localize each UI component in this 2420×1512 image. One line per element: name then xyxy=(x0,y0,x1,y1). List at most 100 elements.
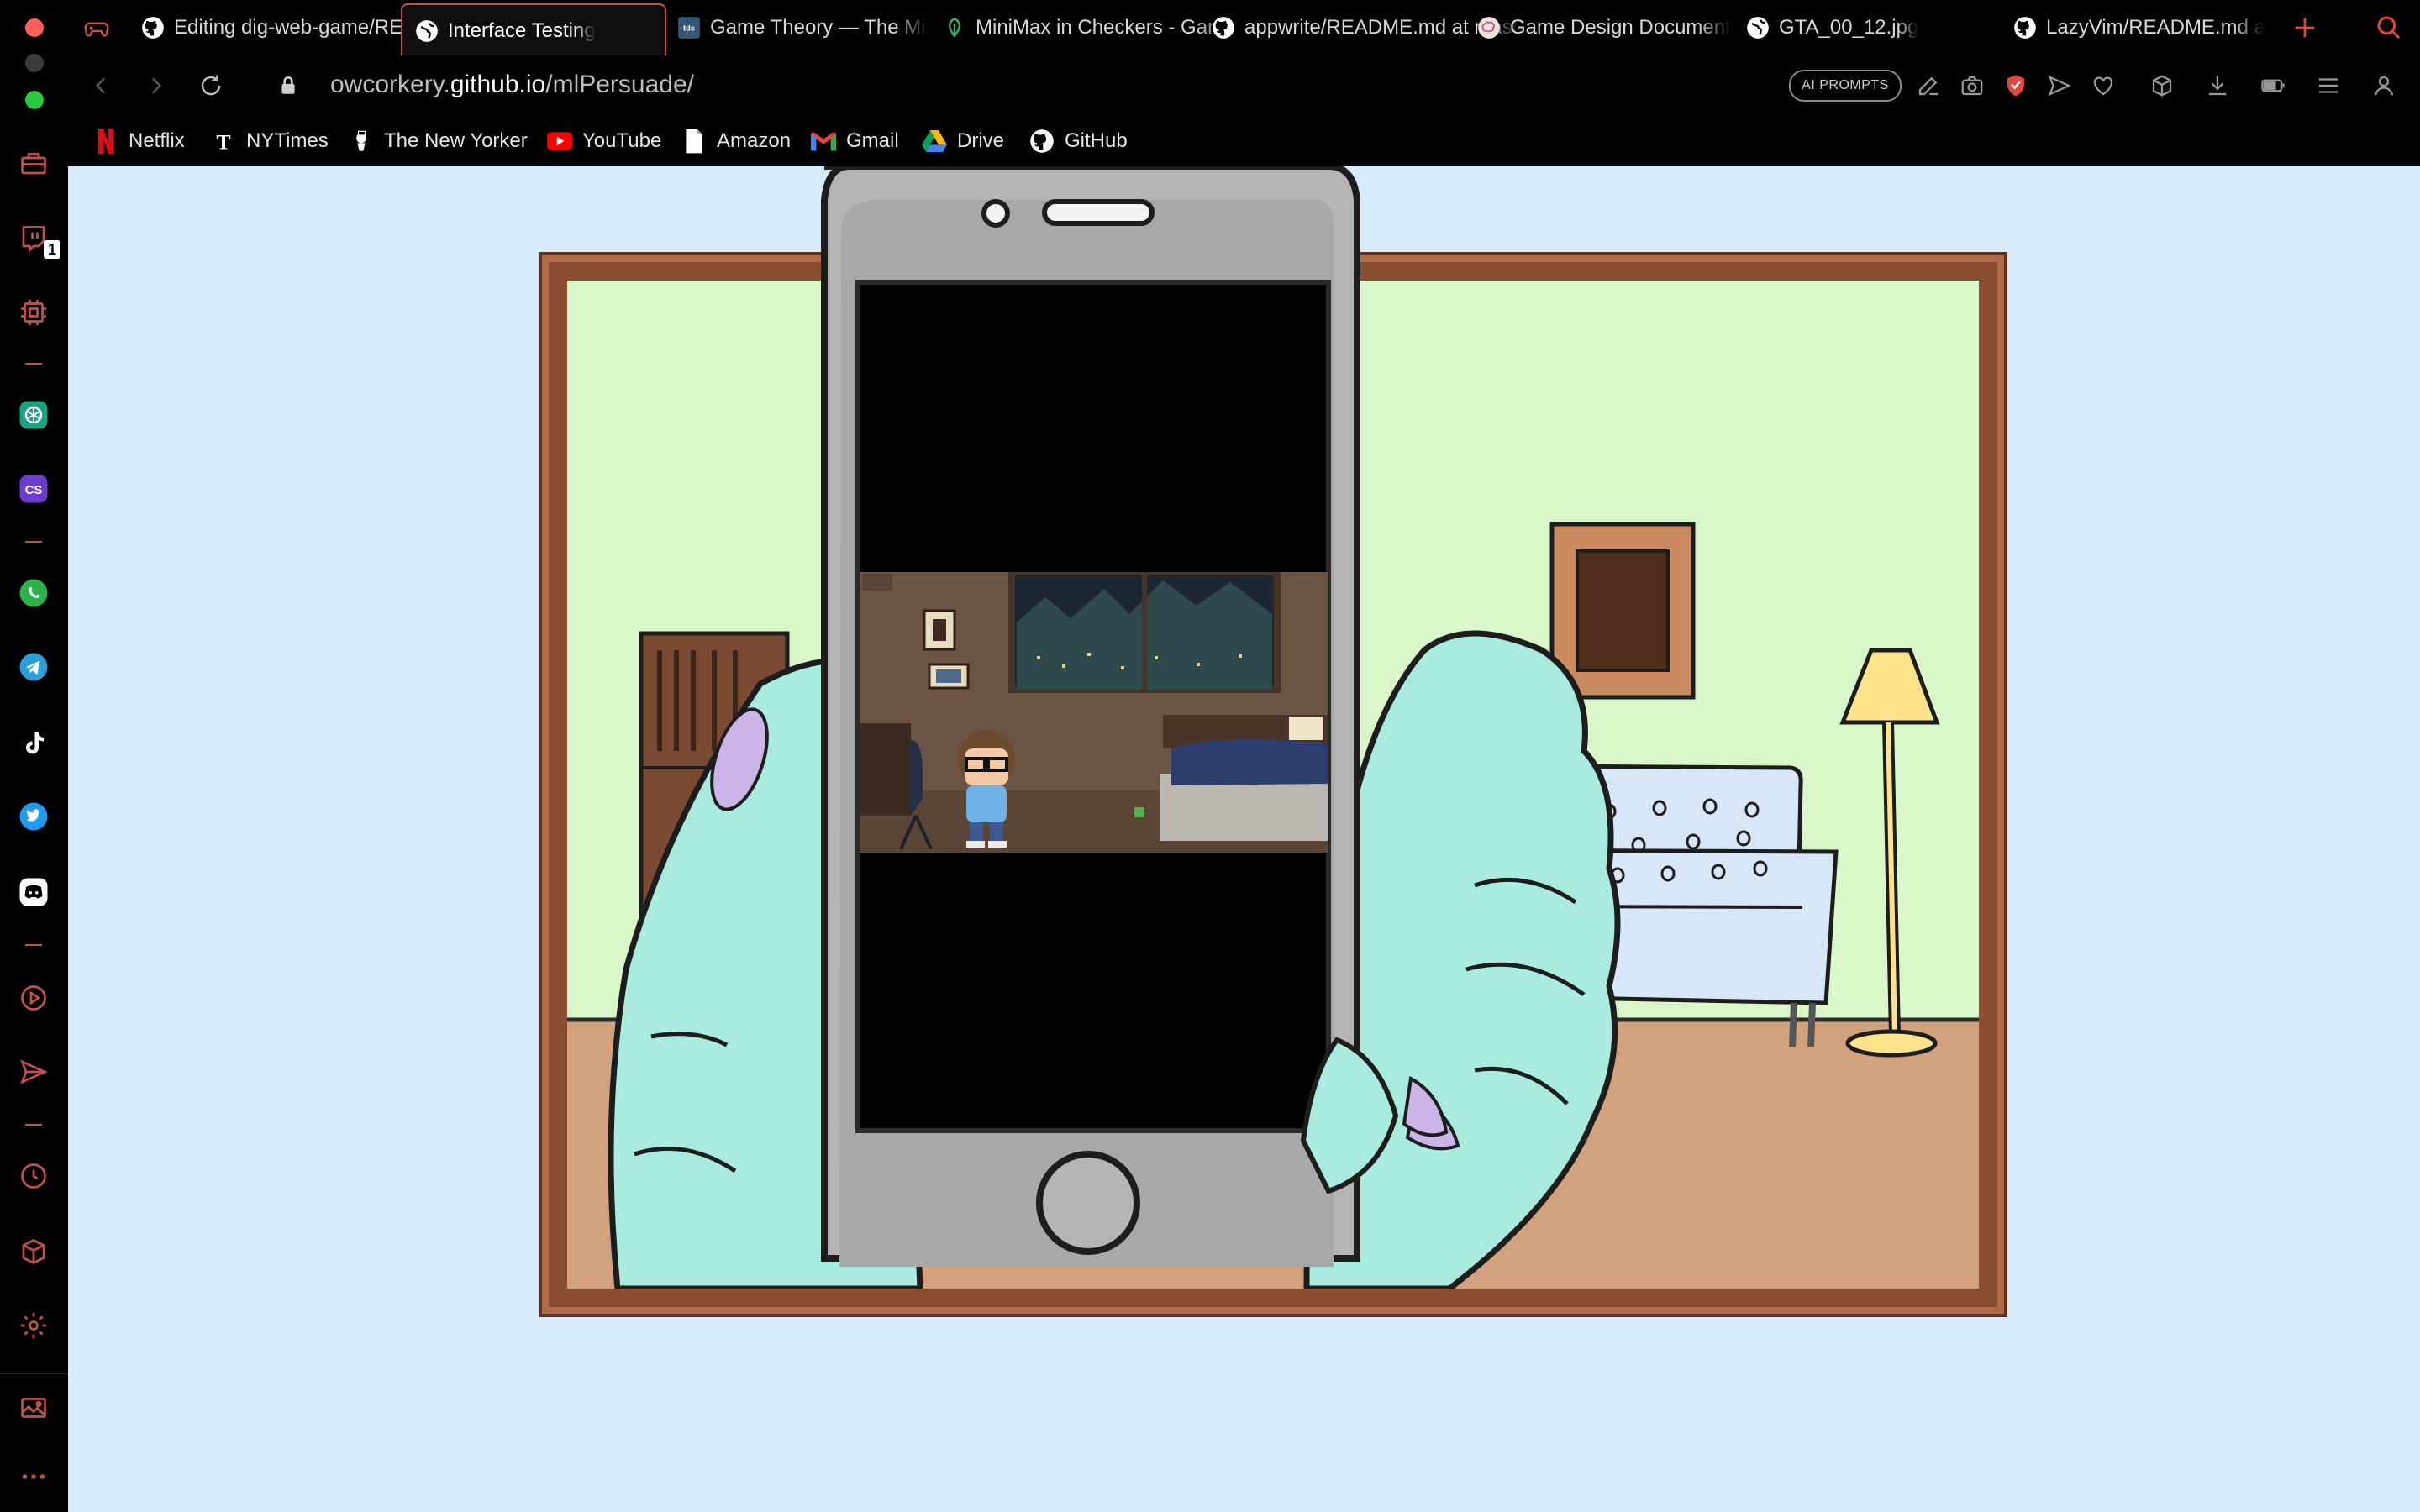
wall-portrait xyxy=(1549,522,1696,700)
tab-title: GTA_00_12.jpg xyxy=(1779,16,1919,39)
cube-icon[interactable] xyxy=(2147,71,2177,101)
tab-title: Game Theory — The Minimax Algorithm xyxy=(710,16,929,39)
history-icon[interactable] xyxy=(15,1158,52,1194)
bookmark-nytimes[interactable]: T NYTimes xyxy=(211,126,329,156)
room-illustration xyxy=(567,281,1979,1289)
sidebar-divider xyxy=(25,541,42,543)
tab-title: LazyVim/README.md at main xyxy=(2046,16,2265,39)
sidebar-divider xyxy=(0,1373,68,1374)
bookmark-label: Netflix xyxy=(129,129,185,152)
bookmark-label: GitHub xyxy=(1065,129,1128,152)
new-tab-button[interactable] xyxy=(2286,0,2323,55)
svg-text:T: T xyxy=(216,129,230,153)
tab-gta-image[interactable]: GTA_00_12.jpg xyxy=(1745,0,2048,55)
back-button[interactable] xyxy=(85,69,118,102)
reload-button[interactable] xyxy=(194,69,228,102)
bookmark-label: The New Yorker xyxy=(384,129,528,152)
globe-icon xyxy=(1745,15,1770,40)
minimize-window-button[interactable] xyxy=(25,54,44,72)
cpu-icon[interactable] xyxy=(15,294,52,331)
document-icon xyxy=(681,129,707,154)
cs-icon[interactable]: CS xyxy=(15,470,52,507)
tab-game-theory[interactable]: tds Game Theory — The Minimax Algorithm xyxy=(676,0,929,55)
tab-bar: Editing dig-web-game/README.md at main I… xyxy=(68,0,2420,57)
page-content xyxy=(68,166,2420,1512)
telegram-icon[interactable] xyxy=(15,648,52,685)
shield-icon[interactable] xyxy=(2001,71,2031,101)
close-window-button[interactable] xyxy=(25,18,44,37)
twitter-icon[interactable] xyxy=(15,798,52,835)
url-path: /mlPersuade/ xyxy=(545,71,694,98)
chatgpt-icon[interactable] xyxy=(15,396,52,433)
heart-icon[interactable] xyxy=(2088,71,2118,101)
bookmark-label: Amazon xyxy=(717,129,792,152)
send-icon[interactable] xyxy=(2044,71,2075,101)
bookmark-gmail[interactable]: Gmail xyxy=(811,126,899,156)
svg-text:CS: CS xyxy=(25,483,43,497)
bookmark-label: YouTube xyxy=(582,129,662,152)
bookmark-label: NYTimes xyxy=(246,129,329,152)
send-icon[interactable] xyxy=(15,1053,52,1090)
drive-icon xyxy=(922,129,947,154)
forward-button[interactable] xyxy=(139,69,172,102)
gamepad-icon[interactable] xyxy=(83,0,125,55)
bookmark-new-yorker[interactable]: The New Yorker xyxy=(349,126,528,156)
github-icon xyxy=(1029,129,1055,154)
whatsapp-icon[interactable] xyxy=(15,575,52,612)
bookmark-label: Drive xyxy=(957,129,1005,152)
edit-icon[interactable] xyxy=(1913,71,1944,101)
menu-icon[interactable] xyxy=(2313,71,2344,101)
bookmarks-bar: Netflix T NYTimes The New Yorker YouTube… xyxy=(68,116,2420,166)
netflix-icon xyxy=(93,129,118,154)
ai-prompts-button[interactable]: AI PROMPTS xyxy=(1789,70,1902,102)
player-icon[interactable] xyxy=(15,979,52,1016)
tab-title: Game Design Document xyxy=(1510,16,1731,39)
bookmark-youtube[interactable]: YouTube xyxy=(547,126,661,156)
sidebar: 1 CS xyxy=(0,0,70,1512)
tab-interface-testing[interactable]: Interface Testing xyxy=(401,3,666,57)
globe-icon xyxy=(414,18,439,44)
tab-lazyvim-readme[interactable]: LazyVim/README.md at main xyxy=(2012,0,2265,55)
svg-text:tds: tds xyxy=(683,24,695,33)
discord-icon[interactable] xyxy=(15,874,52,911)
bookmark-drive[interactable]: Drive xyxy=(922,126,1004,156)
github-icon xyxy=(2012,15,2038,40)
toolbox-icon[interactable] xyxy=(15,144,52,181)
gallery-icon[interactable] xyxy=(15,1389,52,1426)
cube-icon[interactable] xyxy=(15,1233,52,1270)
tab-title: Interface Testing xyxy=(448,19,596,42)
gmail-icon xyxy=(811,129,836,154)
url-domain: github.io xyxy=(450,71,546,98)
github-icon xyxy=(140,15,166,40)
camera-icon[interactable] xyxy=(1957,71,1987,101)
url-field[interactable]: owcorkery.github.io/mlPersuade/ xyxy=(330,71,694,99)
tab-title: MiniMax in Checkers - Game xyxy=(976,16,1236,39)
tiktok-icon[interactable] xyxy=(15,724,52,761)
battery-icon[interactable] xyxy=(2258,71,2288,101)
brain-icon xyxy=(1476,15,1502,40)
download-icon[interactable] xyxy=(2202,71,2233,101)
address-bar: owcorkery.github.io/mlPersuade/ AI PROMP… xyxy=(68,55,2420,116)
bookmark-github[interactable]: GitHub xyxy=(1029,126,1128,156)
sidebar-divider xyxy=(25,363,42,365)
youtube-icon xyxy=(547,129,572,154)
picture-frame xyxy=(539,252,2007,1317)
leaf-icon xyxy=(942,15,967,40)
bookmark-netflix[interactable]: Netflix xyxy=(93,126,185,156)
search-icon[interactable] xyxy=(2370,0,2407,55)
github-icon xyxy=(1211,15,1236,40)
tds-icon: tds xyxy=(676,15,702,40)
nytimes-icon: T xyxy=(211,129,236,154)
url-prefix: owcorkery. xyxy=(330,71,450,98)
maximize-window-button[interactable] xyxy=(25,91,44,109)
lock-icon[interactable] xyxy=(271,69,305,102)
profile-icon[interactable] xyxy=(2369,71,2399,101)
tab-appwrite-readme[interactable]: appwrite/README.md at master xyxy=(1211,0,1522,55)
more-icon[interactable] xyxy=(15,1458,52,1495)
bookmark-label: Gmail xyxy=(846,129,899,152)
sidebar-divider xyxy=(25,944,42,946)
bookmark-amazon[interactable]: Amazon xyxy=(681,126,791,156)
settings-icon[interactable] xyxy=(15,1307,52,1344)
new-yorker-icon xyxy=(349,129,374,154)
twitch-badge: 1 xyxy=(44,240,60,259)
